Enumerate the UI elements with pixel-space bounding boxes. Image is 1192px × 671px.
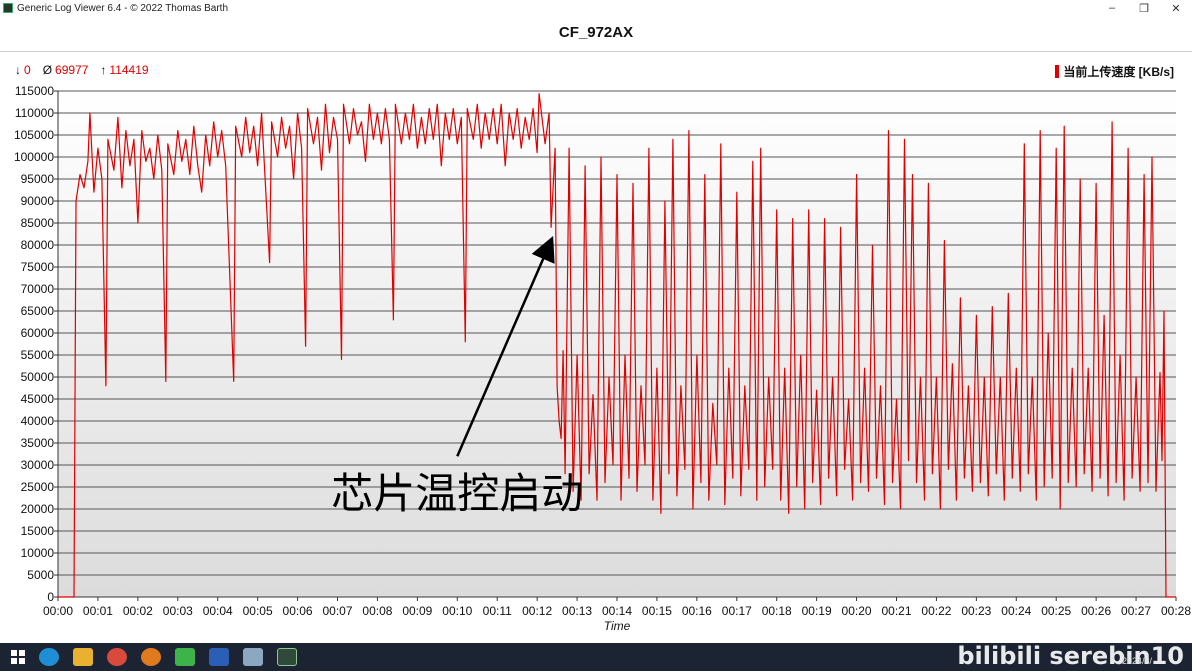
y-tick-label: 105000 — [14, 128, 54, 142]
x-tick-label: 00:03 — [163, 604, 193, 618]
stat-max-value: 114419 — [109, 63, 149, 77]
average-icon: Ø — [42, 63, 53, 77]
x-tick-label: 00:00 — [43, 604, 73, 618]
app-icon — [3, 3, 13, 13]
x-tick-label: 00:16 — [682, 604, 712, 618]
minimize-button[interactable]: – — [1096, 0, 1128, 16]
tray-date: 2024/8/ — [1121, 656, 1152, 666]
y-tick-label: 95000 — [21, 172, 55, 186]
y-tick-label: 25000 — [21, 480, 55, 494]
down-arrow-icon: ↓ — [15, 63, 21, 77]
chrome-icon[interactable] — [107, 648, 127, 666]
y-tick-label: 60000 — [21, 326, 55, 340]
y-tick-label: 10000 — [21, 546, 55, 560]
y-tick-label: 35000 — [21, 436, 55, 450]
divider — [0, 51, 1192, 52]
y-tick-label: 65000 — [21, 304, 55, 318]
x-tick-label: 00:14 — [602, 604, 632, 618]
y-tick-label: 115000 — [15, 84, 54, 98]
x-tick-label: 00:05 — [243, 604, 273, 618]
stat-max: ↑ 114419 — [100, 63, 148, 77]
word-icon[interactable] — [209, 648, 229, 666]
y-tick-label: 110000 — [15, 106, 54, 120]
y-tick-label: 30000 — [21, 458, 55, 472]
x-tick-label: 00:06 — [283, 604, 313, 618]
x-tick-label: 00:04 — [203, 604, 233, 618]
x-tick-label: 00:12 — [522, 604, 552, 618]
y-tick-label: 100000 — [14, 150, 54, 164]
line-chart: 0 5000 10000 15000 20000 25000 30000 35000 40000… — [14, 84, 1191, 633]
legend-label: 当前上传速度 [KB/s] — [1063, 65, 1174, 79]
stat-avg: Ø 69977 — [43, 63, 89, 77]
up-arrow-icon: ↑ — [100, 63, 107, 77]
x-tick-label: 00:19 — [802, 604, 832, 618]
file-explorer-icon[interactable] — [73, 648, 93, 666]
x-tick-label: 00:26 — [1081, 604, 1111, 618]
stat-avg-value: 69977 — [55, 63, 89, 77]
y-tick-label: 0 — [47, 590, 54, 604]
x-tick-label: 00:27 — [1121, 604, 1151, 618]
x-tick-label: 00:24 — [1001, 604, 1031, 618]
x-tick-label: 00:02 — [123, 604, 153, 618]
x-axis: 00:00 00:01 00:02 00:03 00:04 00:05 00:06 00:07… — [43, 597, 1191, 618]
x-tick-label: 00:17 — [722, 604, 752, 618]
legend-swatch — [1055, 65, 1060, 78]
stat-min: ↓ 0 — [15, 63, 31, 77]
maximize-button[interactable]: ❐ — [1128, 0, 1160, 16]
stat-min-value: 0 — [24, 63, 31, 77]
y-tick-label: 15000 — [21, 524, 55, 538]
x-tick-label: 00:13 — [562, 604, 592, 618]
x-tick-label: 00:21 — [881, 604, 911, 618]
stats-bar: ↓ 0 Ø 69977 ↑ 114419 — [15, 63, 149, 77]
app-icon-taskbar[interactable] — [243, 648, 263, 666]
y-tick-label: 90000 — [21, 194, 55, 208]
y-tick-label: 5000 — [27, 568, 54, 582]
x-tick-label: 00:25 — [1041, 604, 1071, 618]
x-tick-label: 00:01 — [83, 604, 113, 618]
wechat-icon[interactable] — [175, 648, 195, 666]
y-tick-label: 75000 — [21, 260, 55, 274]
search-app-icon[interactable] — [141, 648, 161, 666]
close-button[interactable]: ✕ — [1160, 0, 1192, 16]
x-tick-label: 00:11 — [483, 604, 512, 618]
x-tick-label: 00:08 — [362, 604, 392, 618]
y-tick-label: 45000 — [21, 392, 55, 406]
x-tick-label: 00:20 — [842, 604, 872, 618]
x-tick-label: 00:07 — [322, 604, 352, 618]
y-axis: 0 5000 10000 15000 20000 25000 30000 35000 40000… — [14, 84, 58, 604]
window-controls: – ❐ ✕ — [1096, 0, 1192, 16]
x-tick-label: 00:15 — [642, 604, 672, 618]
windows-start-icon[interactable] — [11, 650, 25, 664]
x-tick-label: 00:09 — [402, 604, 432, 618]
y-tick-label: 80000 — [21, 238, 55, 252]
chart-title: CF_972AX — [558, 24, 634, 41]
x-tick-label: 00:22 — [921, 604, 951, 618]
x-axis-label: Time — [604, 619, 631, 633]
window-titlebar: Generic Log Viewer 6.4 - © 2022 Thomas B… — [0, 0, 1192, 16]
y-tick-label: 40000 — [21, 414, 55, 428]
chart-legend: 当前上传速度 [KB/s] — [1055, 63, 1174, 80]
y-tick-label: 50000 — [21, 370, 55, 384]
y-tick-label: 20000 — [21, 502, 55, 516]
x-tick-label: 00:28 — [1161, 604, 1191, 618]
window-title: Generic Log Viewer 6.4 - © 2022 Thomas B… — [17, 2, 229, 14]
y-tick-label: 85000 — [21, 216, 55, 230]
x-tick-label: 00:23 — [961, 604, 991, 618]
x-tick-label: 00:10 — [442, 604, 472, 618]
y-tick-label: 55000 — [21, 348, 55, 362]
edge-icon[interactable] — [39, 648, 59, 666]
x-tick-label: 00:18 — [762, 604, 792, 618]
annotation-text: 芯片温控启动 — [331, 469, 583, 518]
terminal-icon[interactable] — [277, 648, 297, 666]
y-tick-label: 70000 — [21, 282, 55, 296]
